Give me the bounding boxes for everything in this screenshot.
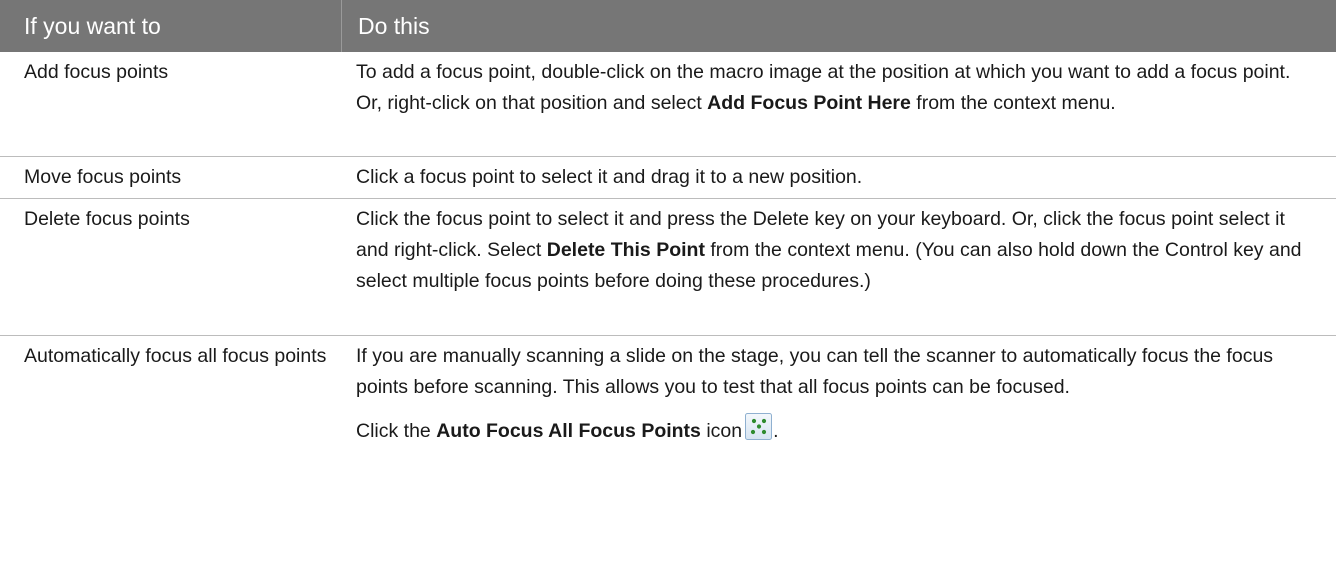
header-if-you-want-to: If you want to [0,0,342,52]
menu-item-reference: Delete This Point [546,239,705,261]
row-action: Automatically focus all focus points [24,345,327,367]
menu-item-reference: Add Focus Point Here [707,92,911,114]
row-description: Click the focus point to select it and p… [342,199,1317,335]
focus-points-table: If you want to Do this Add focus points … [0,0,1336,502]
desc-text: from the context menu. [910,92,1116,114]
table-row: Delete focus points Click the focus poin… [0,199,1336,336]
header-do-this: Do this [358,12,430,39]
desc-paragraph: Click the Auto Focus All Focus Points ic… [356,413,1311,447]
row-action: Delete focus points [24,208,190,230]
auto-focus-all-icon [745,413,773,440]
row-description: If you are manually scanning a slide on … [342,336,1317,502]
row-action: Move focus points [24,166,182,188]
table-header: If you want to Do this [0,0,1336,52]
row-description: Click a focus point to select it and dra… [356,166,863,188]
desc-paragraph: If you are manually scanning a slide on … [356,345,1274,398]
table-row: Automatically focus all focus points If … [0,336,1336,502]
table-row: Add focus points To add a focus point, d… [0,52,1336,157]
table-row: Move focus points Click a focus point to… [0,157,1336,199]
row-action: Add focus points [24,61,169,83]
desc-text: icon [700,420,743,442]
desc-text: . [773,420,779,442]
desc-text: Click the [356,420,437,442]
row-description: To add a focus point, double-click on th… [342,52,1317,156]
icon-name-reference: Auto Focus All Focus Points [436,420,701,442]
